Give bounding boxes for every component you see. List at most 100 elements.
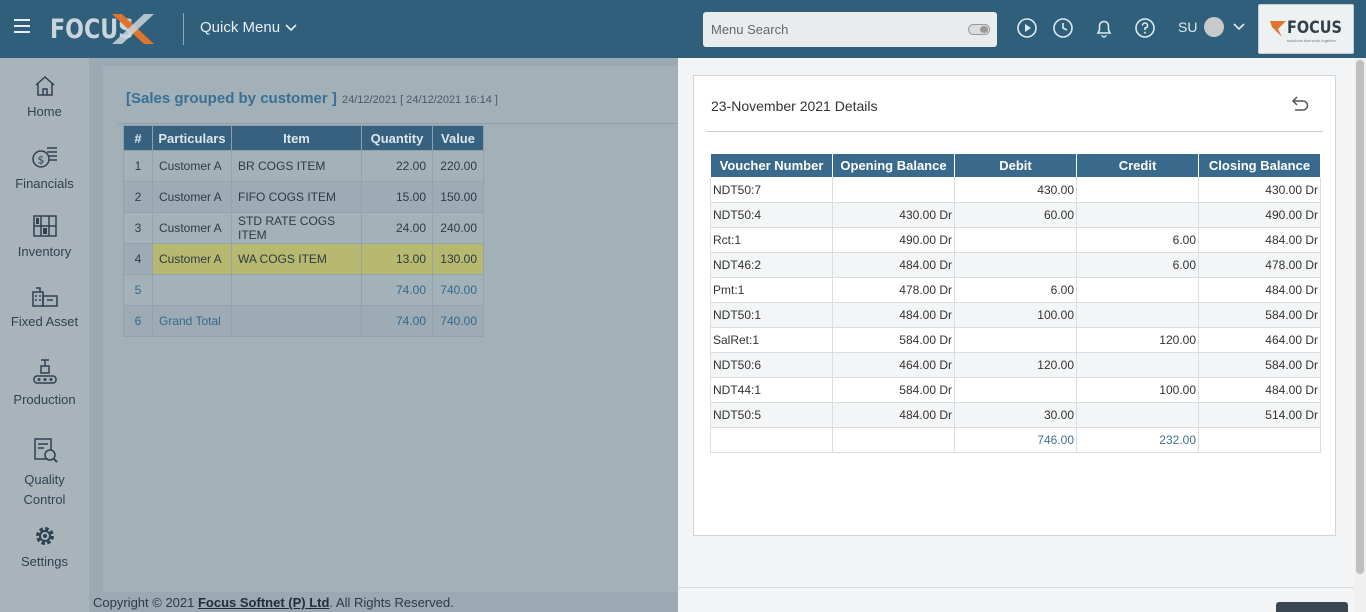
column-header[interactable]: Closing Balance [1198, 153, 1321, 178]
table-row[interactable]: Pmt:1 478.00 Dr 6.00 484.00 Dr [710, 277, 1321, 303]
voucher-cell[interactable]: NDT50:7 [710, 177, 833, 203]
report-table: # Particulars Item Quantity Value 1 Cust… [123, 125, 484, 337]
user-initials[interactable]: SU [1178, 19, 1197, 35]
back-icon[interactable] [1290, 94, 1310, 114]
copyright-footer: Copyright © 2021 Focus Softnet (P) Ltd. … [93, 595, 454, 610]
table-row[interactable]: SalRet:1 584.00 Dr 120.00 464.00 Dr [710, 327, 1321, 353]
column-header[interactable]: Voucher Number [710, 153, 833, 178]
voucher-cell[interactable]: SalRet:1 [710, 327, 833, 353]
voucher-details-table: Voucher Number Opening Balance Debit Cre… [710, 153, 1321, 453]
sidebar-item-inventory[interactable]: Inventory [0, 214, 89, 259]
scroll-thumb[interactable] [1356, 60, 1364, 574]
empty-cell [710, 427, 833, 453]
voucher-cell[interactable]: Rct:1 [710, 227, 833, 253]
clock-icon[interactable] [1052, 17, 1074, 39]
voucher-cell[interactable]: Pmt:1 [710, 277, 833, 303]
voucher-cell[interactable]: NDT50:6 [710, 352, 833, 378]
table-row[interactable]: NDT50:4 430.00 Dr 60.00 490.00 Dr [710, 202, 1321, 228]
menu-search-input[interactable] [703, 12, 953, 47]
play-icon[interactable] [1016, 17, 1038, 39]
table-row-selected[interactable]: 4 Customer A WA COGS ITEM 13.00 130.00 [123, 243, 484, 275]
value-cell[interactable]: 740.00 [432, 305, 484, 337]
item-cell[interactable]: WA COGS ITEM [231, 243, 362, 275]
item-cell[interactable]: FIFO COGS ITEM [231, 181, 362, 213]
sidebar-item-production[interactable]: Production [0, 358, 89, 407]
quantity-cell[interactable]: 13.00 [361, 243, 433, 275]
column-header[interactable]: Particulars [152, 125, 232, 151]
bell-icon[interactable] [1093, 17, 1115, 39]
debit-cell: 60.00 [954, 202, 1077, 228]
quantity-cell[interactable]: 15.00 [361, 181, 433, 213]
voucher-cell[interactable]: NDT46:2 [710, 252, 833, 278]
menu-icon[interactable] [14, 19, 30, 33]
value-cell[interactable]: 150.00 [432, 181, 484, 213]
table-row[interactable]: NDT50:7 430.00 430.00 Dr [710, 177, 1321, 203]
voucher-cell[interactable]: NDT50:4 [710, 202, 833, 228]
company-link[interactable]: Focus Softnet (P) Ltd [198, 595, 329, 610]
value-cell[interactable]: 240.00 [432, 212, 484, 244]
table-row[interactable]: 2 Customer A FIFO COGS ITEM 15.00 150.00 [123, 181, 484, 213]
particulars-cell[interactable]: Customer A [152, 243, 232, 275]
avatar[interactable] [1204, 17, 1224, 37]
voucher-cell[interactable]: NDT50:5 [710, 402, 833, 428]
particulars-cell[interactable]: Customer A [152, 150, 232, 182]
item-cell[interactable]: STD RATE COGS ITEM [231, 212, 362, 244]
table-row-grand-total[interactable]: 6 Grand Total 74.00 740.00 [123, 305, 484, 337]
search-toggle[interactable] [968, 24, 990, 35]
table-row[interactable]: 3 Customer A STD RATE COGS ITEM 24.00 24… [123, 212, 484, 244]
help-icon[interactable] [1134, 17, 1156, 39]
credit-cell [1076, 302, 1199, 328]
voucher-cell[interactable]: NDT44:1 [710, 377, 833, 403]
table-row[interactable]: 1 Customer A BR COGS ITEM 22.00 220.00 [123, 150, 484, 182]
sidebar-item-home[interactable]: Home [0, 74, 89, 119]
quantity-cell[interactable]: 74.00 [361, 305, 433, 337]
value-cell[interactable]: 130.00 [432, 243, 484, 275]
item-cell[interactable]: BR COGS ITEM [231, 150, 362, 182]
quantity-cell[interactable]: 24.00 [361, 212, 433, 244]
column-header[interactable]: # [123, 125, 153, 151]
particulars-cell[interactable]: Customer A [152, 212, 232, 244]
opening-cell: 464.00 Dr [832, 352, 955, 378]
panel-action-button[interactable] [1276, 602, 1348, 612]
quick-menu-button[interactable]: Quick Menu [200, 19, 297, 36]
voucher-cell[interactable]: NDT50:1 [710, 302, 833, 328]
row-number: 3 [123, 212, 153, 244]
value-cell[interactable]: 740.00 [432, 274, 484, 306]
sidebar-item-label: Production [13, 392, 76, 407]
report-date: 24/12/2021 [ 24/12/2021 16:14 ] [342, 94, 498, 106]
table-row-subtotal[interactable]: 5 74.00 740.00 [123, 274, 484, 306]
column-header[interactable]: Value [432, 125, 484, 151]
column-header[interactable]: Item [231, 125, 362, 151]
report-title[interactable]: [Sales grouped by customer ] [126, 90, 337, 107]
quantity-cell[interactable]: 74.00 [361, 274, 433, 306]
fixed-asset-icon [31, 287, 58, 307]
table-row[interactable]: NDT50:1 484.00 Dr 100.00 584.00 Dr [710, 302, 1321, 328]
column-header[interactable]: Opening Balance [832, 153, 955, 178]
details-card: 23-November 2021 Details Voucher Number … [693, 75, 1336, 536]
particulars-cell[interactable]: Customer A [152, 181, 232, 213]
table-row[interactable]: Rct:1 490.00 Dr 6.00 484.00 Dr [710, 227, 1321, 253]
column-header[interactable]: Debit [954, 153, 1077, 178]
table-row[interactable]: NDT44:1 584.00 Dr 100.00 484.00 Dr [710, 377, 1321, 403]
closing-cell: 478.00 Dr [1198, 252, 1321, 278]
value-cell[interactable]: 220.00 [432, 150, 484, 182]
quantity-cell[interactable]: 22.00 [361, 150, 433, 182]
user-menu-chevron-icon[interactable] [1232, 19, 1246, 33]
column-header[interactable]: Quantity [361, 125, 433, 151]
sidebar-item-quality-control[interactable]: Quality Control [0, 436, 89, 510]
table-header-row: Voucher Number Opening Balance Debit Cre… [710, 153, 1321, 178]
credit-cell: 120.00 [1076, 327, 1199, 353]
sidebar-item-financials[interactable]: $ Financials [0, 144, 89, 191]
table-row[interactable]: NDT46:2 484.00 Dr 6.00 478.00 Dr [710, 252, 1321, 278]
sidebar-item-fixed-asset[interactable]: Fixed Asset [0, 286, 89, 329]
credit-cell [1076, 202, 1199, 228]
logo-x-icon [112, 14, 154, 44]
brand-logo[interactable]: FOCUS solutions that work together [1258, 4, 1354, 54]
table-row[interactable]: NDT50:5 484.00 Dr 30.00 514.00 Dr [710, 402, 1321, 428]
sidebar-item-settings[interactable]: Settings [0, 524, 89, 569]
scrollbar[interactable] [1354, 58, 1366, 612]
column-header[interactable]: Credit [1076, 153, 1199, 178]
inventory-icon [32, 215, 57, 237]
divider [118, 123, 678, 124]
table-row[interactable]: NDT50:6 464.00 Dr 120.00 584.00 Dr [710, 352, 1321, 378]
